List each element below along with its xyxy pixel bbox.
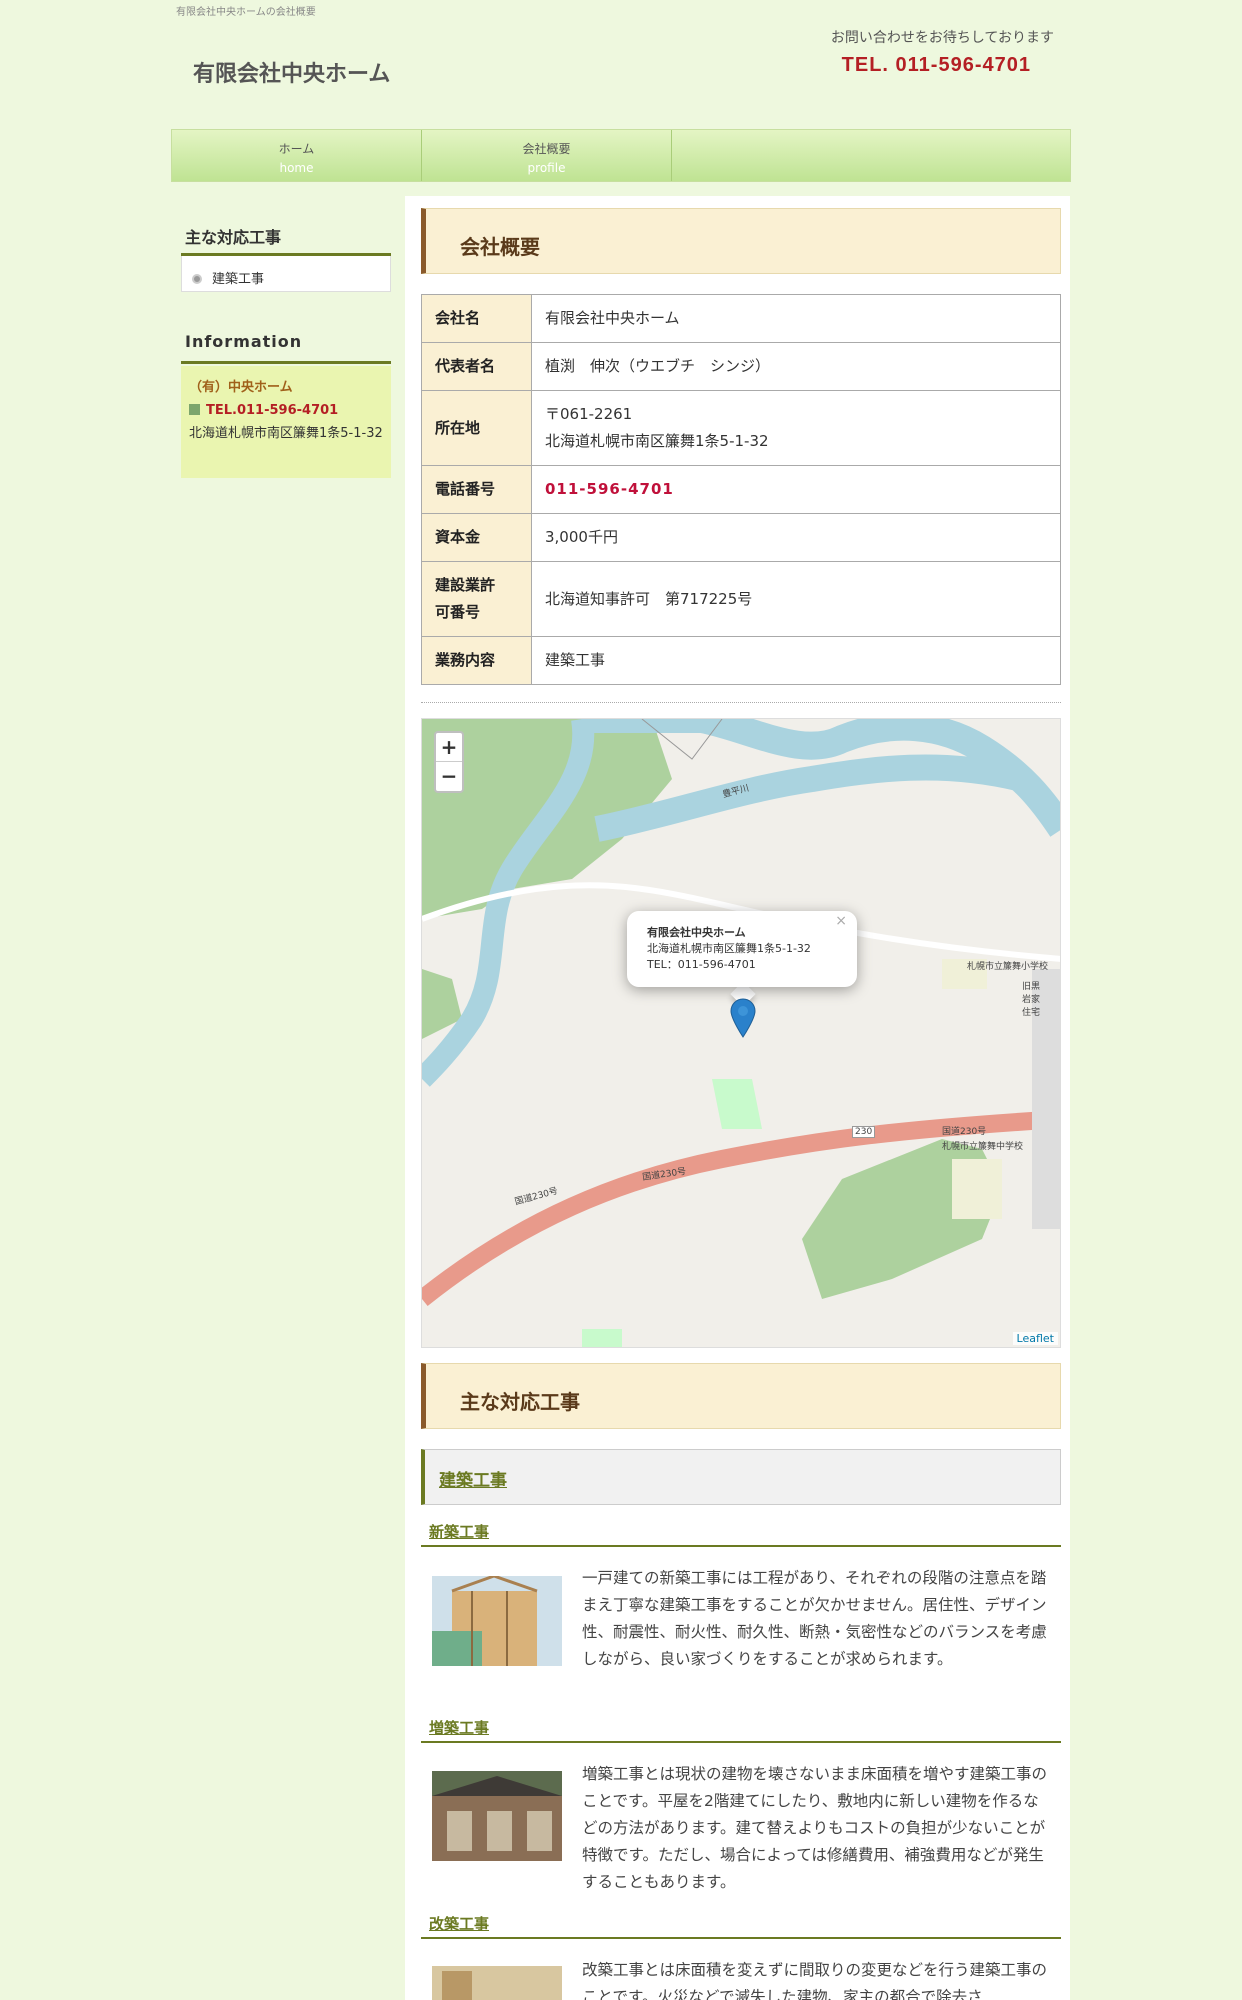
- site-title[interactable]: 有限会社中央ホーム: [193, 56, 390, 88]
- works-heading: 主な対応工事: [421, 1363, 1061, 1429]
- zoom-out-button[interactable]: −: [436, 762, 462, 791]
- global-nav: ホーム home 会社概要 profile: [171, 129, 1071, 182]
- profile-table: 会社名 有限会社中央ホーム 代表者名 植渕 伸次（ウエブチ シンジ） 所在地 〒…: [421, 294, 1061, 685]
- info-address: 北海道札幌市南区簾舞1条5-1-32: [189, 426, 383, 441]
- table-label: 資本金: [421, 513, 532, 562]
- popup-title: 有限会社中央ホーム: [647, 926, 746, 939]
- sidebar-info-heading: Information: [185, 332, 303, 351]
- map-marker-icon[interactable]: [729, 997, 757, 1039]
- table-label: 建設業許 可番号: [421, 561, 532, 637]
- phone-link[interactable]: 011-596-4701: [545, 480, 674, 498]
- work-title: 新築工事: [421, 1521, 1061, 1547]
- table-value: 有限会社中央ホーム: [531, 294, 1061, 343]
- map[interactable]: 札幌市立簾舞小学校 札幌市立簾舞中学校 国道230号 国道230号 国道230号…: [421, 718, 1061, 1348]
- nav-item-label: ホーム: [278, 142, 315, 156]
- profile-heading: 会社概要: [421, 208, 1061, 274]
- table-row: 電話番号 011-596-4701: [421, 465, 1061, 514]
- map-label-school1: 札幌市立簾舞小学校: [967, 962, 1049, 972]
- contact-message: お問い合わせをお待ちしております: [830, 30, 1054, 46]
- table-value: 建築工事: [531, 636, 1061, 685]
- table-label: 代表者名: [421, 342, 532, 391]
- works-category: 建築工事: [421, 1449, 1061, 1505]
- popup-address: 北海道札幌市南区簾舞1条5-1-32: [647, 942, 811, 955]
- map-attribution[interactable]: Leaflet: [1012, 1332, 1058, 1345]
- table-label: 会社名: [421, 294, 532, 343]
- label-line: 可番号: [435, 603, 481, 621]
- photo-image: [432, 1576, 562, 1666]
- work-title: 改築工事: [421, 1913, 1061, 1939]
- table-label: 所在地: [421, 390, 532, 466]
- work-title-link[interactable]: 改築工事: [429, 1915, 489, 1933]
- map-label-route: 国道230号: [942, 1127, 987, 1137]
- new-construction-photo: [432, 1576, 562, 1666]
- work-title-link[interactable]: 新築工事: [429, 1523, 489, 1541]
- divider: [181, 361, 391, 364]
- label-line: 建設業許: [435, 576, 496, 594]
- bullet-icon: [192, 274, 202, 284]
- zoom-in-button[interactable]: +: [436, 733, 462, 762]
- table-value: 3,000千円: [531, 513, 1061, 562]
- contact-tel[interactable]: TEL. 011-596-4701: [842, 54, 1031, 77]
- work-description: 増築工事とは現状の建物を壊さないまま床面積を増やす建築工事のことです。平屋を2階…: [582, 1765, 1048, 1891]
- popup-tel: TEL：011-596-4701: [647, 958, 756, 971]
- nav-item-home[interactable]: ホーム home: [172, 130, 422, 181]
- table-row: 代表者名 植渕 伸次（ウエブチ シンジ）: [421, 342, 1061, 391]
- work-description: 一戸建ての新築工事には工程があり、それぞれの段階の注意点を踏まえ丁寧な建築工事を…: [582, 1569, 1047, 1668]
- table-row: 建設業許 可番号 北海道知事許可 第717225号: [421, 561, 1061, 637]
- table-row: 所在地 〒061-2261 北海道札幌市南区簾舞1条5-1-32: [421, 390, 1061, 466]
- phone-icon: [189, 404, 200, 415]
- table-label: 業務内容: [421, 636, 532, 685]
- info-tel[interactable]: TEL.011-596-4701: [206, 403, 338, 418]
- map-label-house: 旧黒岩家住宅: [1022, 982, 1041, 1018]
- nav-item-profile[interactable]: 会社概要 profile: [422, 130, 672, 181]
- extension-photo: [432, 1771, 562, 1861]
- route-shield: 230: [852, 1126, 876, 1138]
- sidebar-works-heading: 主な対応工事: [185, 228, 282, 247]
- map-label-school2: 札幌市立簾舞中学校: [942, 1142, 1024, 1152]
- info-company: （有）中央ホーム: [189, 380, 293, 395]
- close-icon[interactable]: ×: [835, 913, 847, 929]
- sidebar-item-label: 建築工事: [212, 272, 265, 287]
- work-title-link[interactable]: 増築工事: [429, 1719, 489, 1737]
- table-row: 資本金 3,000千円: [421, 513, 1061, 562]
- table-value: 〒061-2261 北海道札幌市南区簾舞1条5-1-32: [531, 390, 1061, 466]
- table-value: 植渕 伸次（ウエブチ シンジ）: [531, 342, 1061, 391]
- table-row: 業務内容 建築工事: [421, 636, 1061, 685]
- address: 北海道札幌市南区簾舞1条5-1-32: [545, 432, 769, 450]
- postal-code: 〒061-2261: [545, 405, 633, 423]
- map-popup: × 有限会社中央ホーム 北海道札幌市南区簾舞1条5-1-32 TEL：011-5…: [627, 911, 857, 987]
- zoom-control: + −: [434, 731, 464, 793]
- nav-item-sub: profile: [527, 161, 566, 175]
- nav-item-sub: home: [279, 161, 314, 175]
- divider: [421, 702, 1061, 703]
- page-description: 有限会社中央ホームの会社概要: [176, 7, 316, 18]
- table-value: 北海道知事許可 第717225号: [531, 561, 1061, 637]
- nav-item-label: 会社概要: [522, 142, 571, 156]
- table-label: 電話番号: [421, 465, 532, 514]
- work-title: 増築工事: [421, 1717, 1061, 1743]
- work-description: 改築工事とは床面積を変えずに間取りの変更などを行う建築工事のことです。火災などで…: [582, 1961, 1048, 2000]
- renovation-photo: [432, 1966, 562, 2000]
- works-category-link[interactable]: 建築工事: [439, 1471, 507, 1491]
- table-row: 会社名 有限会社中央ホーム: [421, 294, 1061, 343]
- sidebar-item-construction[interactable]: 建築工事: [181, 256, 391, 292]
- photo-image: [432, 1966, 562, 2000]
- photo-image: [432, 1771, 562, 1861]
- table-value: 011-596-4701: [531, 465, 1061, 514]
- info-box: （有）中央ホーム TEL.011-596-4701 北海道札幌市南区簾舞1条5-…: [181, 366, 391, 478]
